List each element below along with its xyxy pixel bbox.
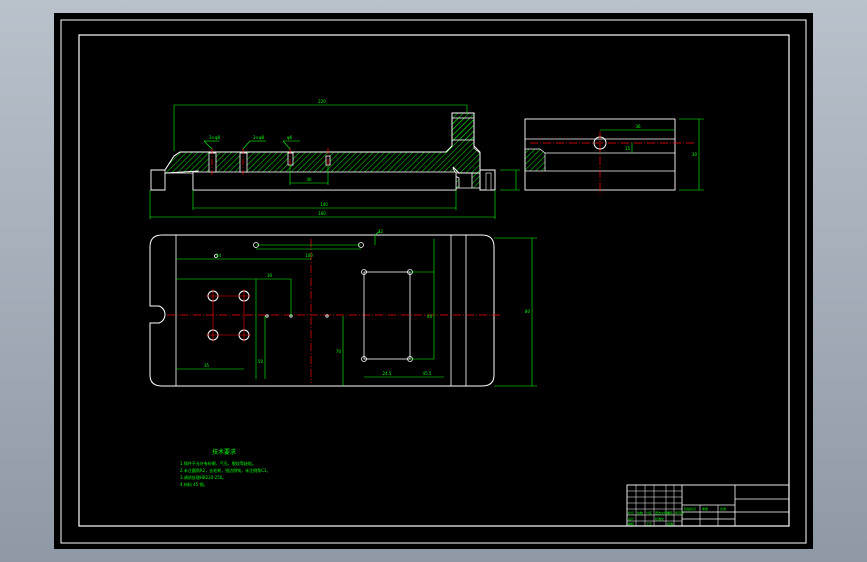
- dim-top-overall: 220: [318, 99, 326, 104]
- front-section-view: 220 3×φ8 3×φ8 φ6 40 140 160: [149, 99, 520, 219]
- dim-plan-f: 50: [258, 359, 264, 364]
- tb-c6: 年月日: [675, 510, 684, 515]
- dim-plan-k: 40: [427, 314, 433, 319]
- tb-s3: 比例: [720, 506, 726, 511]
- front-right-slot: [451, 117, 475, 141]
- tb-d4: 工艺: [646, 521, 652, 526]
- dim-side-off: 15: [625, 146, 631, 151]
- tb-s2: 重量: [702, 506, 708, 511]
- tb-d5: 批准: [667, 521, 673, 526]
- technical-notes: 技术要求 1.铸件不允许有砂眼、气孔、裂纹等缺陷。 2.未注圆角R2，去毛刺，锐…: [180, 448, 270, 487]
- front-lower-cavity: [192, 171, 457, 191]
- dim-top-hole3: φ6: [287, 135, 293, 140]
- notes-line-1: 1.铸件不允许有砂眼、气孔、裂纹等缺陷。: [180, 460, 256, 466]
- dim-plan-a: 34: [216, 253, 222, 258]
- side-view: 36 30 15: [524, 118, 704, 195]
- dim-plan-d: 35: [204, 363, 210, 368]
- tb-c1: 标记: [628, 510, 634, 515]
- title-block: 标记 处数 分区 更改文件号 签名 年月日 设计 标准化 审核 工艺 批准 阶段…: [626, 484, 790, 527]
- tb-s1: 阶段标记: [684, 506, 696, 511]
- plan-pocket: [363, 271, 411, 360]
- dim-top-inner: 40: [306, 177, 312, 182]
- dim-side-w: 36: [635, 124, 641, 129]
- plan-outline: [149, 234, 495, 387]
- dim-plan-i: 12: [378, 229, 384, 234]
- outer-border: [60, 19, 807, 544]
- tb-c5: 签名: [667, 510, 673, 515]
- dim-plan-h: 45.5: [423, 371, 432, 376]
- tb-d1: 设计: [628, 516, 634, 521]
- dim-plan-c: 30: [267, 273, 273, 278]
- notes-title: 技术要求: [212, 448, 236, 456]
- tb-c2: 处数: [637, 510, 643, 515]
- tb-d3: 审核: [628, 521, 634, 526]
- front-hole-1: [208, 152, 217, 173]
- dim-plan-g: 24.5: [383, 371, 392, 376]
- notes-line-4: 4.材料 45 钢。: [180, 481, 207, 487]
- tb-c3: 分区: [646, 510, 652, 515]
- dim-top-base: 160: [318, 211, 326, 216]
- front-hole-2: [239, 152, 248, 173]
- dim-top-hole1: 3×φ8: [209, 135, 221, 140]
- dim-top-hole2: 3×φ8: [253, 135, 265, 140]
- dim-plan-e: 70: [336, 349, 342, 354]
- notes-line-2: 2.未注圆角R2，去毛刺，锐边倒钝，未注倒角C1。: [180, 467, 270, 473]
- drawing-sheet: 220 3×φ8 3×φ8 φ6 40 140 160 36 30 15 34 …: [60, 19, 807, 544]
- tb-d2: 标准化: [655, 516, 664, 521]
- cad-viewport[interactable]: 220 3×φ8 3×φ8 φ6 40 140 160 36 30 15 34 …: [54, 13, 813, 549]
- front-hole-3: [287, 152, 294, 166]
- dim-plan-j: 80: [525, 309, 531, 314]
- dim-top-len: 140: [320, 202, 328, 207]
- dim-side-h: 30: [692, 152, 698, 157]
- plan-view: 34 100 30 35 70 50 24.5 45.5 12 80 40: [149, 229, 537, 387]
- dim-plan-b: 100: [305, 253, 313, 258]
- notes-line-3: 3.调质处理HB220-250。: [180, 474, 226, 480]
